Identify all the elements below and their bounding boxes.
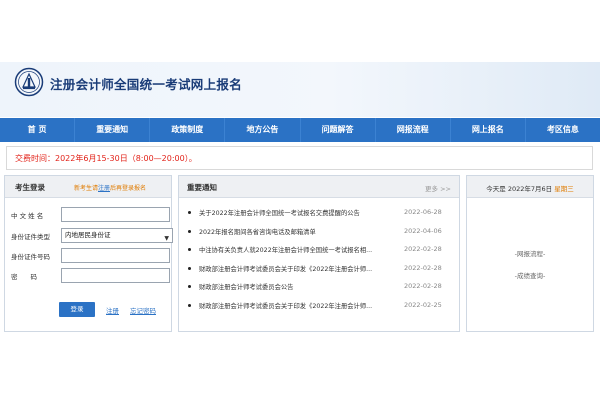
news-item-title[interactable]: 财政部注册会计师考试委员会关于印发《2022年注册会计师...: [199, 264, 399, 273]
bullet-icon: [188, 266, 191, 270]
today-panel: 今天是 2022年7月6日 星期三 -网报流程- -成绩查询-: [466, 175, 594, 332]
news-item-date: 2022-02-28: [404, 245, 442, 253]
bullet-icon: [188, 285, 191, 288]
nav-item-important-notices[interactable]: 重要通知: [75, 118, 151, 142]
id-type-value: 内地居民身份证: [65, 231, 111, 239]
login-panel-header: 考生登录 新考生请注册后再登录报名: [5, 176, 171, 198]
payment-time-notice: 交费时间：2022年6月15-30日（8:00—20:00）。: [15, 154, 197, 163]
login-panel: 考生登录 新考生请注册后再登录报名 中 文 姓 名 身份证件类型 内地居民身份证…: [4, 175, 173, 332]
bullet-icon: [188, 248, 191, 251]
password-label: 密 码: [11, 273, 37, 281]
news-panel: 重要通知 更多 >> 关于2022年注册会计师全国统一考试报名交费提醒的公告 2…: [178, 175, 460, 332]
nav-item-home[interactable]: 首 页: [0, 118, 76, 142]
news-item-title[interactable]: 财政部注册会计师考试委员会公告: [199, 282, 399, 291]
id-number-input[interactable]: [61, 248, 170, 263]
nav-item-process[interactable]: 网报流程: [376, 118, 451, 142]
login-button[interactable]: 登录: [59, 302, 95, 317]
today-date-line: 今天是 2022年7月6日 星期三: [467, 183, 593, 193]
nav-item-online-registration[interactable]: 网上报名: [451, 118, 526, 142]
news-item-title[interactable]: 关于2022年注册会计师全国统一考试报名交费提醒的公告: [199, 208, 399, 217]
process-link[interactable]: -网报流程-: [467, 248, 593, 258]
bullet-icon: [188, 211, 191, 214]
id-type-select[interactable]: 内地居民身份证 ▼: [61, 228, 173, 243]
nav-item-local-announcements[interactable]: 地方公告: [225, 118, 301, 142]
news-panel-header: 重要通知 更多 >>: [179, 176, 459, 198]
bullet-icon: [188, 303, 191, 307]
today-panel-header: 今天是 2022年7月6日 星期三: [467, 176, 593, 198]
list-item[interactable]: 财政部注册会计师考试委员会关于印发《2022年注册会计师... 2022-02-…: [179, 299, 461, 318]
list-item[interactable]: 关于2022年注册会计师全国统一考试报名交费提醒的公告 2022-06-28: [179, 206, 461, 225]
notice-bar: 交费时间：2022年6月15-30日（8:00—20:00）。: [6, 146, 593, 170]
login-title: 考生登录: [15, 183, 45, 192]
list-item[interactable]: 财政部注册会计师考试委员会公告 2022-02-28: [179, 280, 461, 299]
site-title: 注册会计师全国统一考试网上报名: [50, 77, 243, 92]
register-hint-suffix: 后再登录报名: [110, 185, 147, 192]
news-item-date: 2022-02-28: [404, 263, 442, 272]
forgot-password-link[interactable]: 忘记密码: [130, 305, 156, 315]
today-prefix: 今天是: [486, 185, 506, 193]
today-date: 2022年7月6日: [507, 185, 553, 193]
more-link[interactable]: 更多 >>: [425, 183, 451, 193]
news-item-date: 2022-06-28: [404, 208, 442, 216]
name-input[interactable]: [61, 207, 170, 222]
list-item[interactable]: 2022年报名期间各省咨询电话及邮箱清单 2022-04-06: [179, 225, 461, 244]
id-number-label: 身份证件号码: [11, 253, 50, 261]
register-hint: 新考生请注册后再登录报名: [74, 183, 146, 192]
news-item-title[interactable]: 2022年报名期间各省咨询电话及邮箱清单: [199, 227, 399, 236]
register-hint-link[interactable]: 注册: [98, 185, 110, 192]
list-item[interactable]: 财政部注册会计师考试委员会关于印发《2022年注册会计师... 2022-02-…: [179, 262, 461, 281]
today-weekday: 星期三: [554, 185, 574, 193]
id-type-label: 身份证件类型: [11, 233, 50, 241]
news-item-date: 2022-02-28: [404, 282, 442, 290]
password-input[interactable]: [61, 268, 170, 283]
name-row: 中 文 姓 名: [11, 207, 171, 223]
chevron-down-icon: ▼: [164, 235, 169, 242]
register-hint-prefix: 新考生请: [74, 185, 99, 192]
password-row: 密 码: [11, 268, 171, 284]
nav-item-faq[interactable]: 问题解答: [301, 118, 376, 142]
id-type-row: 身份证件类型 内地居民身份证 ▼: [11, 228, 173, 244]
score-query-link[interactable]: -成绩查询-: [467, 270, 593, 280]
emblem-icon: [14, 67, 44, 97]
name-label: 中 文 姓 名: [11, 212, 44, 220]
news-title: 重要通知: [187, 183, 217, 192]
news-item-title[interactable]: 财政部注册会计师考试委员会关于印发《2022年注册会计师...: [199, 301, 399, 310]
register-button[interactable]: 注册: [106, 305, 119, 315]
nav-item-policies[interactable]: 政策制度: [150, 118, 226, 142]
news-item-title[interactable]: 中注协有关负责人就2022年注册会计师全国统一考试报名相...: [199, 245, 399, 254]
news-item-date: 2022-02-25: [404, 300, 442, 309]
main-nav: 首 页 重要通知 政策制度 地方公告 问题解答 网报流程 网上报名 考区信息: [0, 118, 600, 142]
news-list: 关于2022年注册会计师全国统一考试报名交费提醒的公告 2022-06-28 2…: [179, 206, 461, 317]
news-item-date: 2022-04-06: [404, 226, 442, 235]
bullet-icon: [188, 229, 191, 233]
nav-item-exam-area-info[interactable]: 考区信息: [526, 118, 600, 142]
list-item[interactable]: 中注协有关负责人就2022年注册会计师全国统一考试报名相... 2022-02-…: [179, 243, 461, 262]
id-number-row: 身份证件号码: [11, 248, 171, 264]
